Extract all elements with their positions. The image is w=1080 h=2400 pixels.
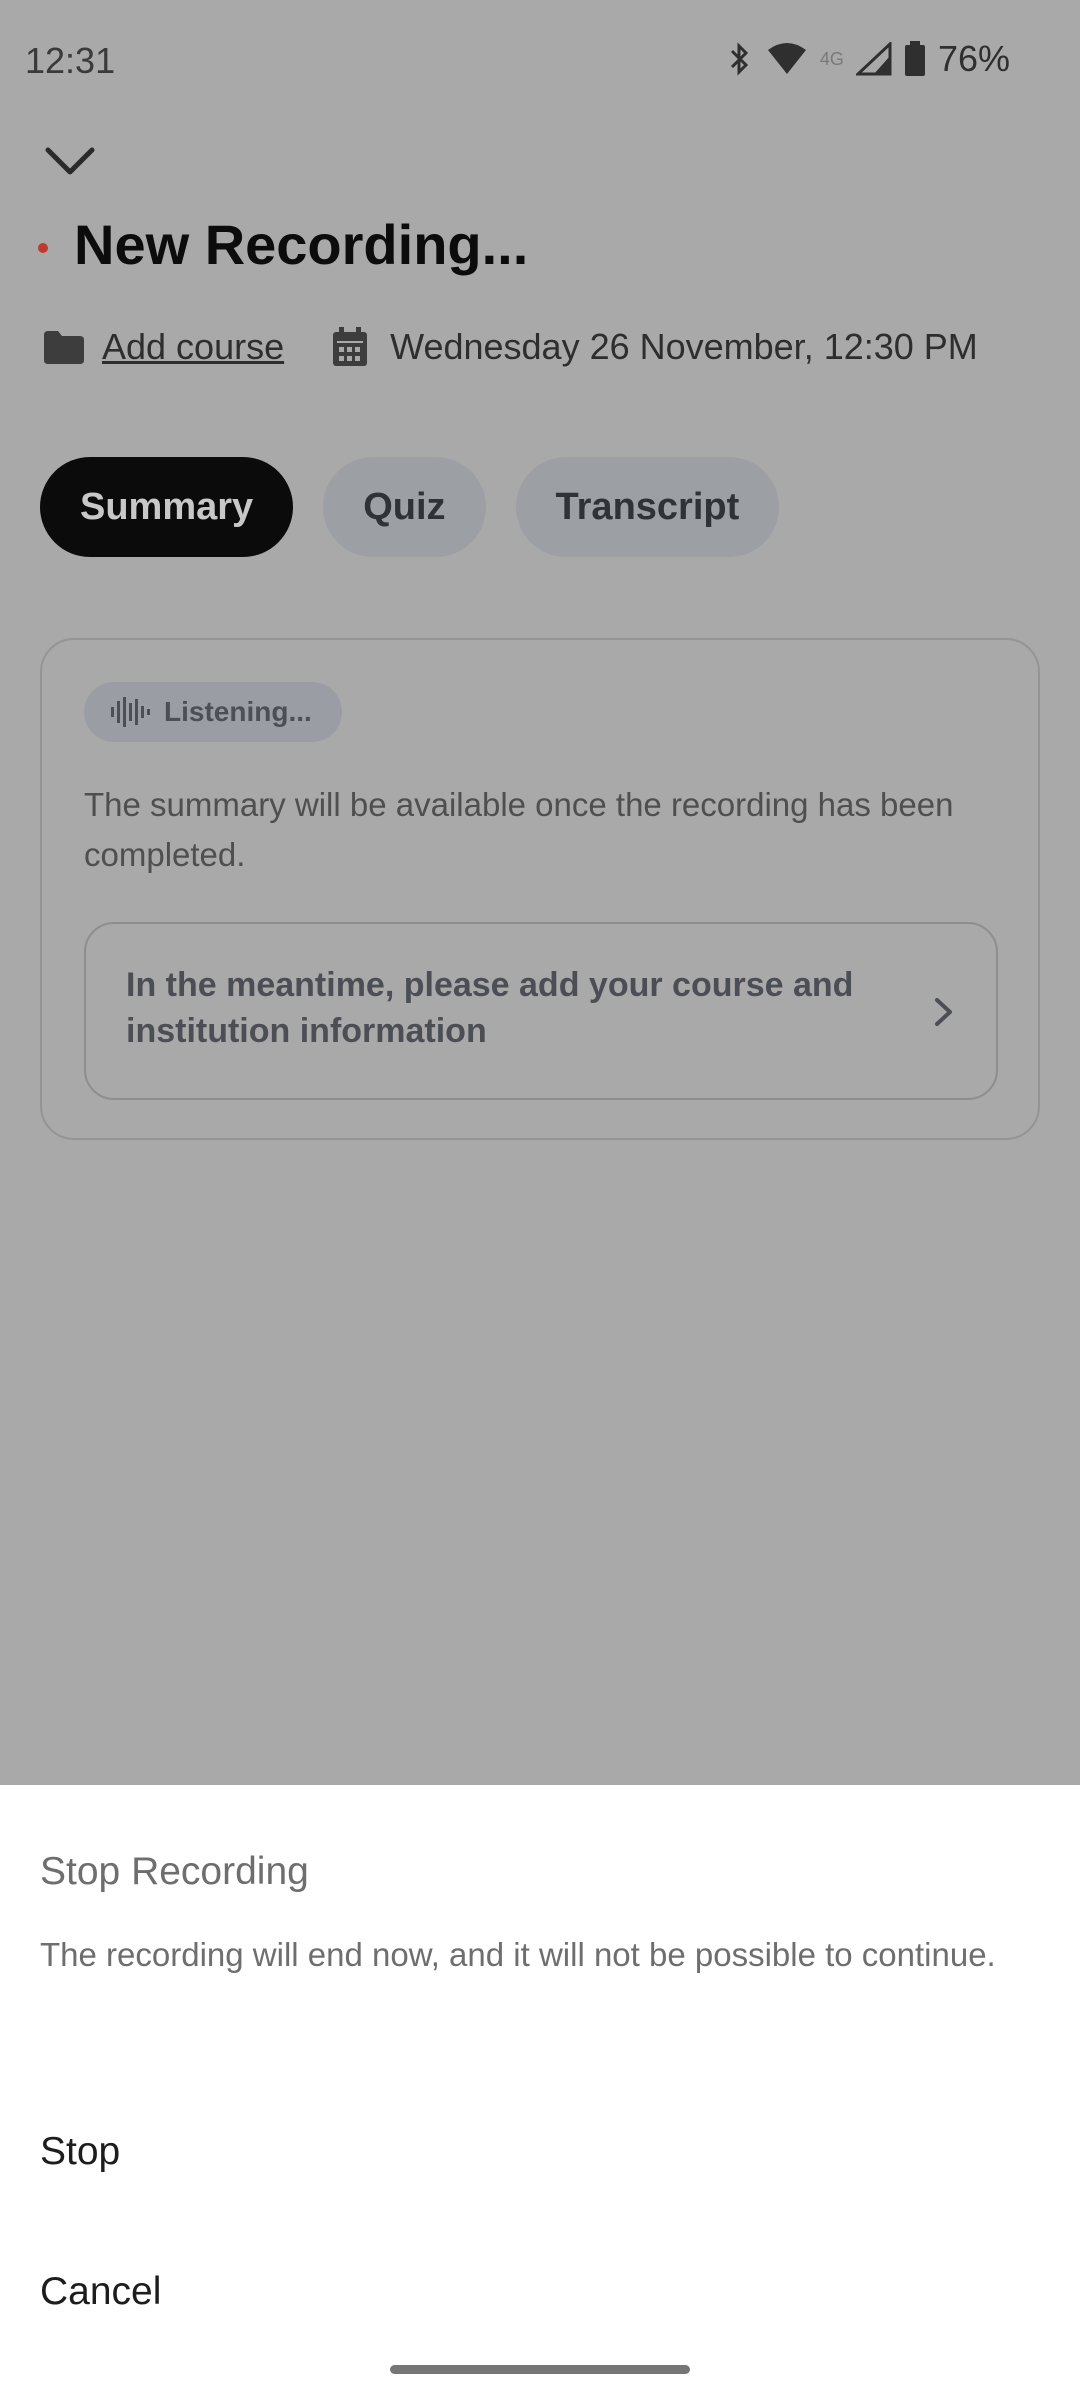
add-course-link[interactable]: Add course — [102, 326, 284, 368]
recording-indicator-dot — [38, 242, 48, 253]
network-type-label: 4G — [819, 48, 844, 69]
status-time: 12:31 — [25, 40, 116, 81]
recording-title: New Recording... — [74, 213, 529, 276]
home-indicator[interactable] — [390, 2365, 690, 2374]
status-bar: 12:31 4G 76% — [0, 0, 1080, 120]
sheet-message: The recording will end now, and it will … — [40, 1936, 996, 1973]
tab-summary[interactable]: Summary — [40, 457, 294, 557]
stop-recording-sheet: Stop Recording The recording will end no… — [0, 1785, 1080, 2400]
add-course-info-text: In the meantime, please add your course … — [126, 966, 854, 1050]
cancel-button[interactable]: Cancel — [40, 2270, 161, 2314]
bluetooth-icon — [730, 42, 749, 76]
app-screen: 12:31 4G 76% New Recording... Add course… — [0, 0, 1080, 2400]
summary-card: Listening... The summary will be availab… — [40, 638, 1040, 1140]
battery-icon — [904, 41, 925, 76]
wifi-icon — [767, 43, 806, 74]
summary-placeholder-text: The summary will be available once the r… — [84, 786, 954, 873]
cell-signal-icon — [855, 42, 892, 76]
recording-title-row: New Recording... — [38, 212, 528, 277]
stop-button[interactable]: Stop — [40, 2130, 120, 2174]
collapse-chevron-icon[interactable] — [42, 140, 98, 180]
folder-icon — [44, 331, 84, 364]
tab-transcript[interactable]: Transcript — [515, 457, 780, 557]
tab-quiz[interactable]: Quiz — [323, 457, 486, 557]
recording-date: Wednesday 26 November, 12:30 PM — [390, 326, 978, 367]
calendar-icon — [333, 327, 368, 366]
add-course-info-button[interactable]: In the meantime, please add your course … — [84, 922, 998, 1100]
recording-meta: Add course Wednesday 26 November, 12:30 … — [42, 326, 978, 368]
listening-badge: Listening... — [84, 682, 342, 742]
listening-label: Listening... — [164, 696, 312, 727]
view-tabs: Summary Quiz Transcript — [40, 457, 780, 557]
audio-wave-icon — [111, 697, 150, 727]
battery-percentage: 76% — [937, 38, 1010, 79]
sheet-title: Stop Recording — [40, 1850, 309, 1893]
chevron-right-icon — [935, 998, 952, 1026]
status-icons: 4G 76% — [724, 38, 1010, 80]
